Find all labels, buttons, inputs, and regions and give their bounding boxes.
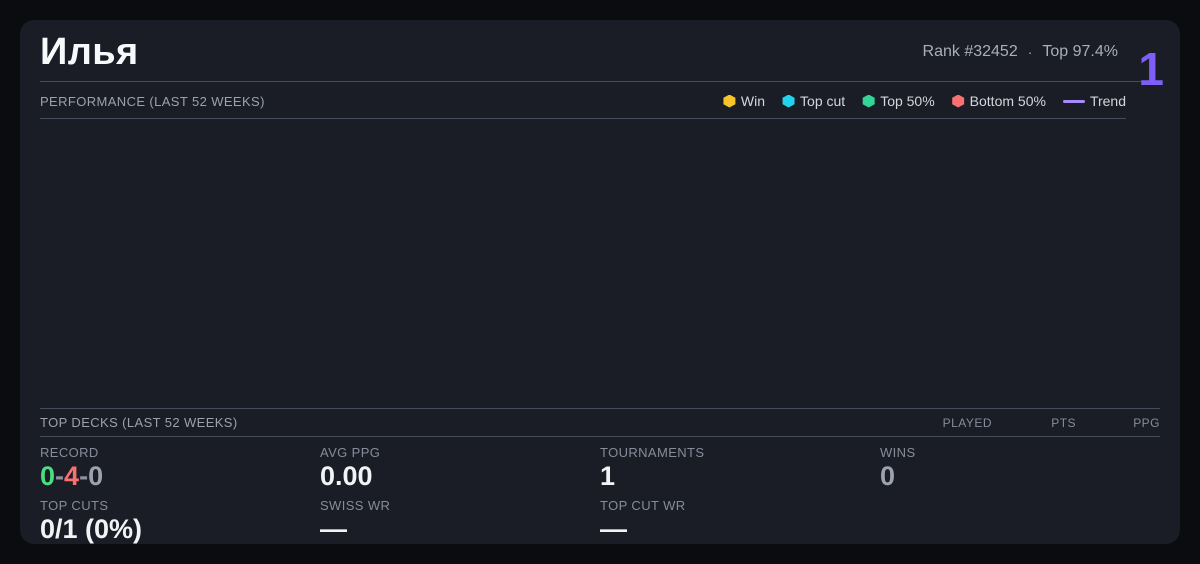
- legend-label: Trend: [1089, 93, 1126, 109]
- legend-item-bottom-50: Bottom 50%: [952, 93, 1046, 109]
- stats-column-record: RECORD 0-4-0 TOP CUTS 0/1 (0%): [40, 445, 320, 564]
- legend-item-top-50: Top 50%: [862, 93, 935, 109]
- top-decks-header-row: TOP DECKS (LAST 52 WEEKS) PLAYED PTS PPG: [40, 409, 1160, 437]
- swiss-wr-label: SWISS WR: [320, 498, 391, 514]
- top-cut-wr-label: TOP CUT WR: [600, 498, 686, 514]
- bottom-50-dot-icon: [952, 94, 965, 108]
- legend-item-top-cut: Top cut: [782, 93, 845, 109]
- pts-column-header: PTS: [1051, 415, 1076, 430]
- legend-item-win: Win: [723, 93, 765, 109]
- top-50-dot-icon: [862, 94, 875, 108]
- player-stats-card: Илья Rank #32452 · Top 97.4% 1 PERFORMAN…: [20, 20, 1180, 544]
- performance-section-title: PERFORMANCE (LAST 52 WEEKS): [40, 93, 265, 109]
- record-draws: 0: [88, 461, 104, 491]
- rank-text: Rank #32452: [922, 43, 1018, 60]
- legend-label: Top cut: [800, 93, 846, 109]
- top-percent-text: Top 97.4%: [1042, 43, 1118, 60]
- avg-ppg-value: 0.00: [320, 461, 373, 491]
- record-label: RECORD: [40, 445, 99, 460]
- avg-ppg-label: AVG PPG: [320, 445, 381, 460]
- ppg-column-header: PPG: [1133, 415, 1160, 430]
- rank-number-badge: 1: [1138, 43, 1164, 95]
- legend-label: Bottom 50%: [969, 93, 1046, 109]
- performance-header-row: PERFORMANCE (LAST 52 WEEKS) Win Top cut …: [40, 82, 1126, 119]
- wins-label: WINS: [880, 445, 916, 460]
- win-dot-icon: [723, 94, 736, 108]
- record-losses: 4: [64, 461, 80, 491]
- rank-separator: ·: [1027, 44, 1033, 60]
- legend-label: Win: [740, 93, 766, 109]
- stats-column-wins: WINS 0 Apr 25, 2026: [880, 445, 1160, 564]
- legend-item-trend: Trend: [1062, 93, 1126, 109]
- top-cut-dot-icon: [782, 94, 795, 108]
- performance-chart: [40, 119, 1160, 409]
- trend-line-icon: [1062, 99, 1085, 103]
- deck-column-headers: PLAYED PTS PPG: [908, 416, 1160, 430]
- top-cut-wr-value: —: [600, 514, 627, 545]
- stats-column-tournaments: TOURNAMENTS 1 TOP CUT WR —: [600, 445, 880, 564]
- stats-column-ppg: AVG PPG 0.00 SWISS WR —: [320, 445, 600, 564]
- swiss-wr-value: —: [320, 514, 347, 545]
- wins-value: 0: [880, 461, 896, 491]
- record-value: 0-4-0: [40, 461, 104, 491]
- top-cuts-value: 0/1 (0%): [40, 514, 143, 545]
- rank-summary: Rank #32452 · Top 97.4%: [923, 43, 1118, 61]
- legend-label: Top 50%: [880, 93, 935, 109]
- player-name: Илья: [40, 31, 139, 73]
- played-column-header: PLAYED: [942, 415, 992, 430]
- record-wins: 0: [40, 461, 56, 491]
- top-cuts-label: TOP CUTS: [40, 498, 109, 514]
- top-decks-section-title: TOP DECKS (LAST 52 WEEKS): [40, 415, 238, 430]
- tournaments-value: 1: [600, 461, 616, 491]
- tournaments-label: TOURNAMENTS: [600, 445, 705, 460]
- chart-legend: Win Top cut Top 50% Bottom 50% Trend: [723, 93, 1126, 109]
- stats-grid: RECORD 0-4-0 TOP CUTS 0/1 (0%) AVG PPG 0…: [40, 437, 1160, 564]
- header-row: Илья Rank #32452 · Top 97.4%: [40, 20, 1160, 82]
